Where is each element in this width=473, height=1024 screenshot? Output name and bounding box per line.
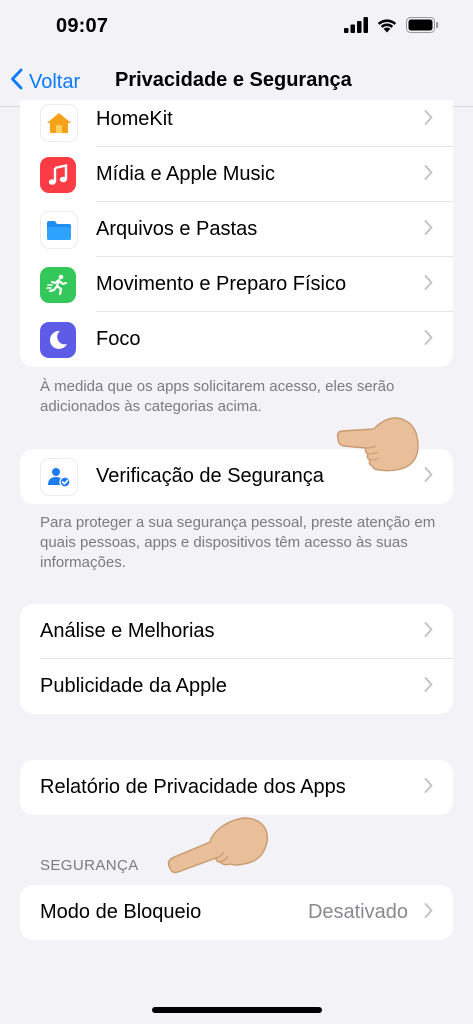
list-item-files-folders[interactable]: Arquivos e Pastas: [20, 202, 453, 257]
pointing-hand-icon: [334, 412, 420, 481]
section-header-security: SEGURANÇA: [40, 857, 139, 874]
list-item-app-privacy-report[interactable]: Relatório de Privacidade dos Apps: [20, 760, 453, 815]
list-item-label: Modo de Bloqueio: [40, 901, 202, 923]
chevron-right-icon: [424, 777, 433, 798]
chevron-right-icon: [424, 110, 433, 131]
list-item-label: Verificação de Segurança: [96, 465, 324, 487]
music-note-icon: [40, 156, 76, 193]
cellular-signal-icon: [344, 17, 368, 38]
chevron-left-icon: [10, 68, 29, 96]
list-item-focus[interactable]: Foco: [20, 312, 453, 367]
home-indicator[interactable]: [152, 1007, 322, 1013]
permissions-footer: À medida que os apps solicitarem acesso,…: [40, 378, 395, 415]
permissions-group: HomeKit Mídia e Apple Music Arquivos e P…: [20, 100, 453, 367]
pointing-hand-icon: [166, 812, 274, 879]
list-item-media-music[interactable]: Mídia e Apple Music: [20, 147, 453, 202]
list-item-apple-advertising[interactable]: Publicidade da Apple: [20, 659, 453, 714]
chevron-right-icon: [424, 621, 433, 642]
status-time: 09:07: [56, 15, 109, 37]
battery-icon: [406, 17, 439, 38]
list-item-analytics[interactable]: Análise e Melhorias: [20, 604, 453, 659]
chevron-right-icon: [424, 164, 433, 185]
list-item-label: Relatório de Privacidade dos Apps: [40, 776, 346, 798]
wifi-icon: [376, 17, 398, 38]
chevron-right-icon: [424, 902, 433, 923]
chevron-right-icon: [424, 676, 433, 697]
lockdown-mode-status: Desativado: [307, 901, 408, 923]
page-title: Privacidade e Segurança: [115, 69, 352, 91]
home-icon: [40, 104, 78, 142]
safety-check-icon: [40, 457, 78, 496]
list-item-label: Publicidade da Apple: [40, 675, 227, 697]
list-item-lockdown-mode[interactable]: Modo de Bloqueio Desativado: [20, 885, 453, 940]
running-figure-icon: [40, 266, 76, 303]
list-item-motion-fitness[interactable]: Movimento e Preparo Físico: [20, 257, 453, 312]
chevron-right-icon: [424, 466, 433, 487]
app-privacy-report-group: Relatório de Privacidade dos Apps: [20, 760, 453, 815]
analytics-ads-group: Análise e Melhorias Publicidade da Apple: [20, 604, 453, 714]
chevron-right-icon: [424, 274, 433, 295]
back-button-label: Voltar: [29, 70, 81, 93]
list-item-label: Arquivos e Pastas: [96, 218, 258, 240]
list-item-label: Mídia e Apple Music: [96, 163, 275, 185]
list-item-label: Análise e Melhorias: [40, 620, 215, 642]
list-item-label: Foco: [96, 328, 141, 350]
moon-icon: [40, 321, 76, 358]
folder-icon: [40, 210, 78, 249]
security-group: Modo de Bloqueio Desativado: [20, 885, 453, 940]
safety-check-footer: Para proteger a sua segurança pessoal, p…: [40, 514, 436, 571]
chevron-right-icon: [424, 329, 433, 350]
chevron-right-icon: [424, 219, 433, 240]
list-item-label: Movimento e Preparo Físico: [96, 273, 347, 295]
status-bar: 09:07: [0, 0, 473, 56]
list-item-homekit[interactable]: HomeKit: [20, 100, 453, 147]
list-item-label: HomeKit: [96, 108, 173, 130]
status-icons: [344, 17, 439, 38]
back-button[interactable]: Voltar: [10, 68, 80, 96]
